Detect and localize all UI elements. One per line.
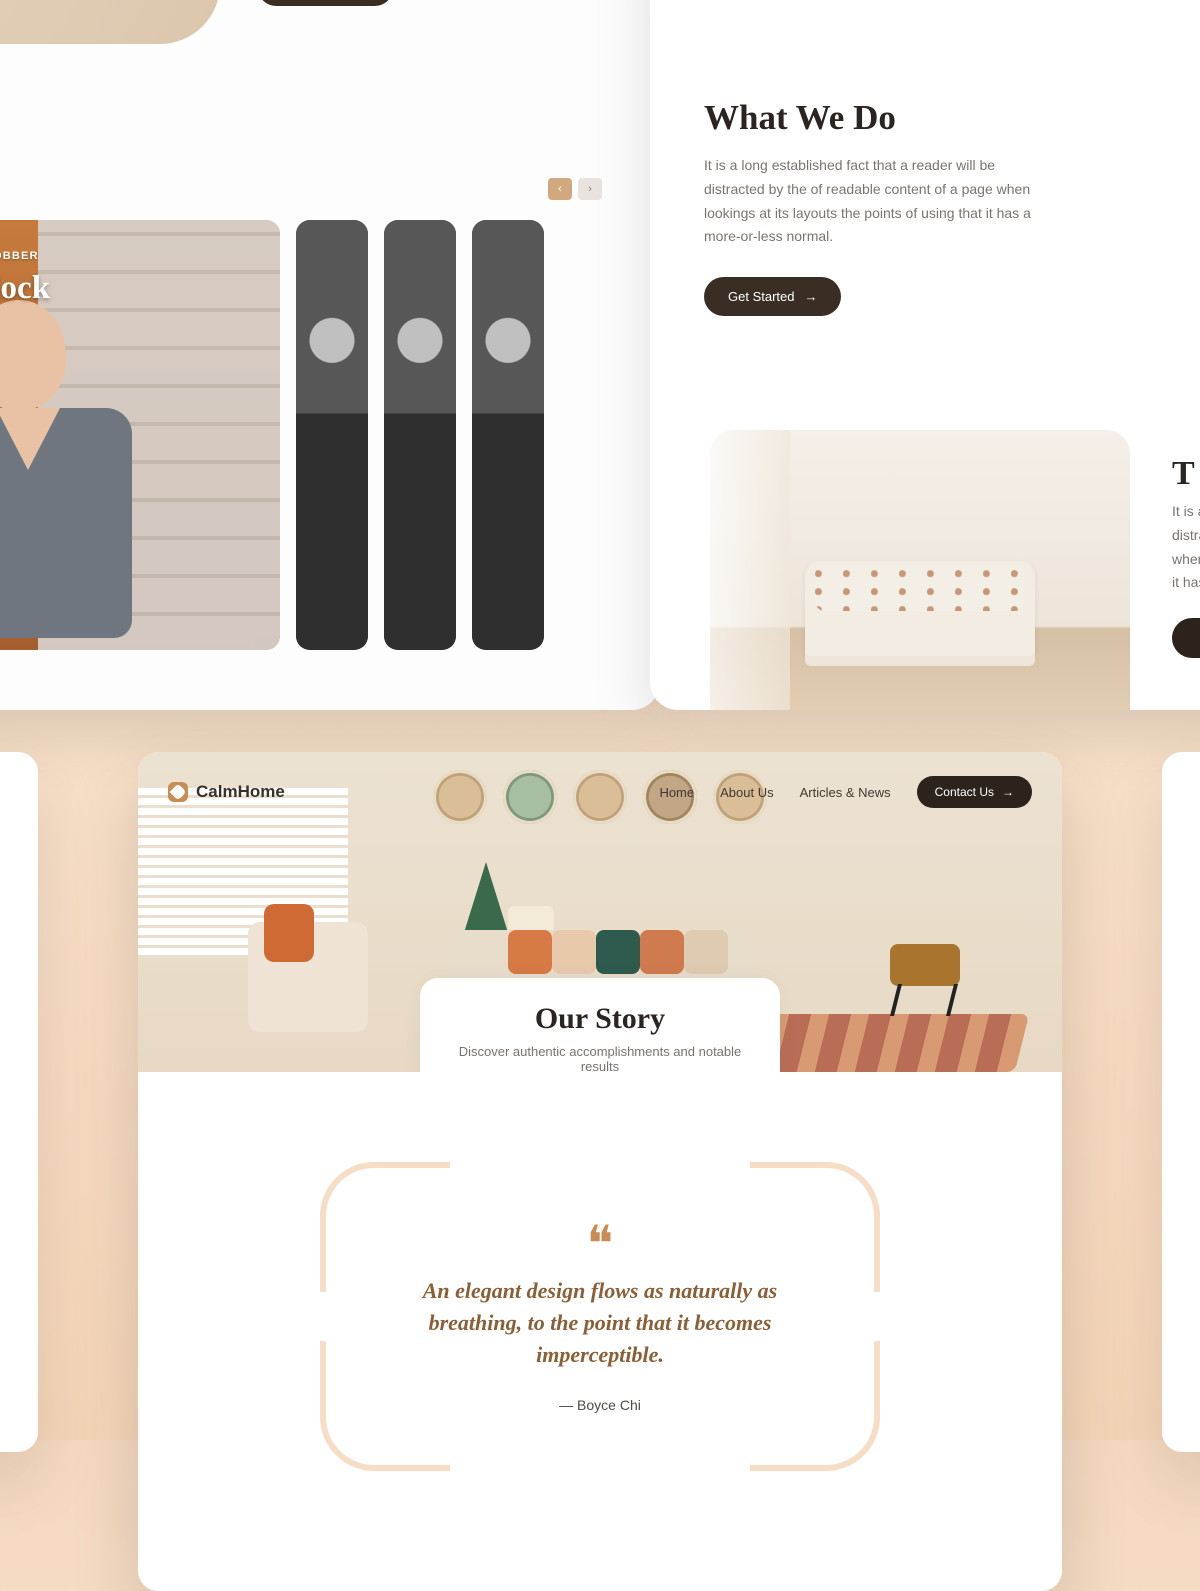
portrait-illustration [0,280,136,640]
brand-name: CalmHome [196,782,285,802]
adjacent-panel-right [1162,752,1200,1452]
hero-pillow [508,930,552,974]
team-panel: mbers d and full of vitality. ‹ › SVP OF… [0,0,660,710]
carousel-arrows: ‹ › [548,178,602,200]
hero-pillow [596,930,640,974]
carousel-next-button[interactable]: › [578,178,602,200]
quote-frame: ❝ An elegant design flows as naturally a… [320,1162,880,1471]
adjacent-panel-left [0,752,38,1452]
hero-section: CalmHome Home About Us Articles & News C… [138,752,1062,1072]
team-card-3[interactable] [384,220,456,650]
contact-us-button[interactable]: Contact Us → [917,776,1032,808]
what-we-do-title: What We Do [704,98,1054,138]
second-cta-button[interactable] [1172,618,1200,658]
hero-armchair [248,922,368,1032]
homepage-panel: CalmHome Home About Us Articles & News C… [138,752,1062,1591]
second-section-title: T [1172,455,1195,493]
second-section-body: It is a long established fact that a rea… [1172,500,1200,595]
hero-strip [0,0,220,44]
team-carousel: SVP OF PRODUCT, JOBBER Jeff Sheclock [0,220,602,650]
our-story-card: Our Story Discover authentic accomplishm… [420,978,780,1072]
carousel-prev-button[interactable]: ‹ [548,178,572,200]
team-card-active[interactable]: SVP OF PRODUCT, JOBBER Jeff Sheclock [0,220,280,650]
nav-links: Home About Us Articles & News Contact Us… [659,776,1032,808]
minimal-room-image [710,430,1130,710]
about-panel: What We Do It is a long established fact… [650,0,1200,710]
hero-pillow [640,930,684,974]
team-role: SVP OF PRODUCT, JOBBER [0,250,39,262]
nav-home[interactable]: Home [659,785,694,800]
nav-about[interactable]: About Us [720,785,773,800]
team-card-2[interactable] [296,220,368,650]
brand-logo-icon [168,782,188,802]
what-we-do-body: It is a long established fact that a rea… [704,154,1054,249]
arrow-right-icon: → [1002,785,1014,799]
arrow-right-icon: → [804,289,817,304]
brand[interactable]: CalmHome [168,782,285,802]
hero-pillow [552,930,596,974]
get-started-button[interactable]: Get Started → [704,277,841,316]
our-story-title: Our Story [440,1002,760,1036]
nav-articles[interactable]: Articles & News [800,785,891,800]
quote-section: ❝ An elegant design flows as naturally a… [138,1072,1062,1591]
what-we-do-block: What We Do It is a long established fact… [704,98,1054,316]
team-member-name: Jeff Sheclock [0,270,50,307]
navbar: CalmHome Home About Us Articles & News C… [168,776,1032,808]
get-started-label: Get Started [728,289,794,304]
contact-us-label: Contact Us [935,785,994,799]
hero-desk-chair [890,916,982,1016]
our-story-subtitle: Discover authentic accomplishments and n… [440,1044,760,1072]
cta-button-dark[interactable] [258,0,393,6]
hero-pillow [684,930,728,974]
team-card-4[interactable] [472,220,544,650]
